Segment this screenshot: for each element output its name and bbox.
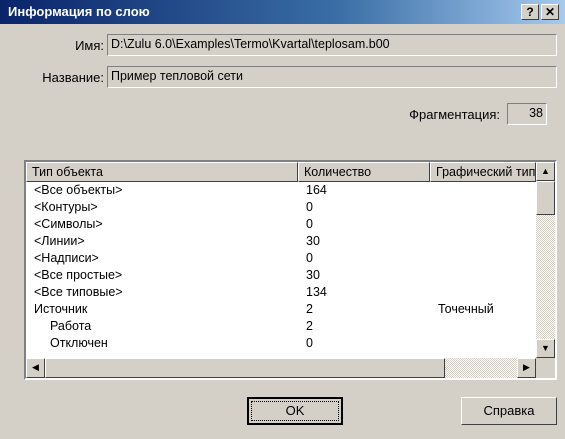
column-header-graphic[interactable]: Графический тип xyxy=(430,162,536,182)
help-icon[interactable]: ? xyxy=(521,4,539,20)
object-type-list[interactable]: Тип объекта Количество Графический тип <… xyxy=(24,160,557,380)
table-row[interactable]: <Надписи> 0 xyxy=(26,250,536,267)
cell-count: 134 xyxy=(306,285,327,299)
title-bar[interactable]: Информация по слою ? ✕ xyxy=(0,0,565,24)
title-label: Название: xyxy=(42,70,104,85)
table-row[interactable]: <Контуры> 0 xyxy=(26,199,536,216)
column-header-type[interactable]: Тип объекта xyxy=(26,162,298,182)
scroll-up-icon[interactable]: ▲ xyxy=(536,162,555,181)
vertical-scroll-thumb[interactable] xyxy=(536,181,555,215)
table-row[interactable]: <Все типовые> 134 xyxy=(26,284,536,301)
fragmentation-label: Фрагментация: xyxy=(409,107,500,122)
scroll-left-icon[interactable]: ◀ xyxy=(26,358,45,378)
horizontal-scrollbar[interactable]: ◀ ▶ xyxy=(26,358,536,378)
help-button[interactable]: Справка xyxy=(461,397,557,425)
cell-type: Работа xyxy=(50,319,92,333)
cell-count: 0 xyxy=(306,336,313,350)
vertical-scrollbar[interactable]: ▲ ▼ xyxy=(536,162,555,358)
cell-count: 2 xyxy=(306,319,313,333)
table-row[interactable]: Работа 2 xyxy=(26,318,536,335)
close-icon[interactable]: ✕ xyxy=(541,4,559,20)
list-rows: <Все объекты> 164 <Контуры> 0 <Символы> 0 <… xyxy=(26,182,536,358)
table-row[interactable]: <Символы> 0 xyxy=(26,216,536,233)
ok-button[interactable]: OK xyxy=(247,397,343,425)
cell-type: <Все объекты> xyxy=(34,183,123,197)
cell-graphic: Точечный xyxy=(438,302,494,316)
scroll-right-icon[interactable]: ▶ xyxy=(517,358,536,378)
fragmentation-field: 38 xyxy=(507,103,547,125)
table-row[interactable]: Отключен 0 xyxy=(26,335,536,352)
column-header-count[interactable]: Количество xyxy=(298,162,430,182)
window-title: Информация по слою xyxy=(8,4,150,19)
cell-count: 30 xyxy=(306,234,320,248)
title-field[interactable]: Пример тепловой сети xyxy=(107,66,557,88)
table-row[interactable]: Источник 2 Точечный xyxy=(26,301,536,318)
cell-type: <Все типовые> xyxy=(34,285,123,299)
horizontal-scroll-thumb[interactable] xyxy=(45,358,445,378)
cell-type: <Символы> xyxy=(34,217,103,231)
cell-type: Источник xyxy=(34,302,88,316)
name-field[interactable]: D:\Zulu 6.0\Examples\Termo\Kvartal\teplo… xyxy=(107,34,557,56)
layer-info-dialog: Информация по слою ? ✕ Имя: D:\Zulu 6.0\… xyxy=(0,0,565,439)
cell-count: 0 xyxy=(306,200,313,214)
cell-count: 0 xyxy=(306,251,313,265)
cell-count: 2 xyxy=(306,302,313,316)
cell-type: <Линии> xyxy=(34,234,85,248)
cell-type: <Все простые> xyxy=(34,268,123,282)
cell-count: 164 xyxy=(306,183,327,197)
cell-type: <Контуры> xyxy=(34,200,98,214)
table-row[interactable]: <Все простые> 30 xyxy=(26,267,536,284)
table-row[interactable]: <Линии> 30 xyxy=(26,233,536,250)
ok-button-label: OK xyxy=(251,401,339,421)
cell-type: Отключен xyxy=(50,336,108,350)
scroll-corner xyxy=(536,358,555,378)
cell-type: <Надписи> xyxy=(34,251,99,265)
table-row[interactable]: <Все объекты> 164 xyxy=(26,182,536,199)
scroll-down-icon[interactable]: ▼ xyxy=(536,339,555,358)
cell-count: 30 xyxy=(306,268,320,282)
name-label: Имя: xyxy=(75,38,104,53)
cell-count: 0 xyxy=(306,217,313,231)
